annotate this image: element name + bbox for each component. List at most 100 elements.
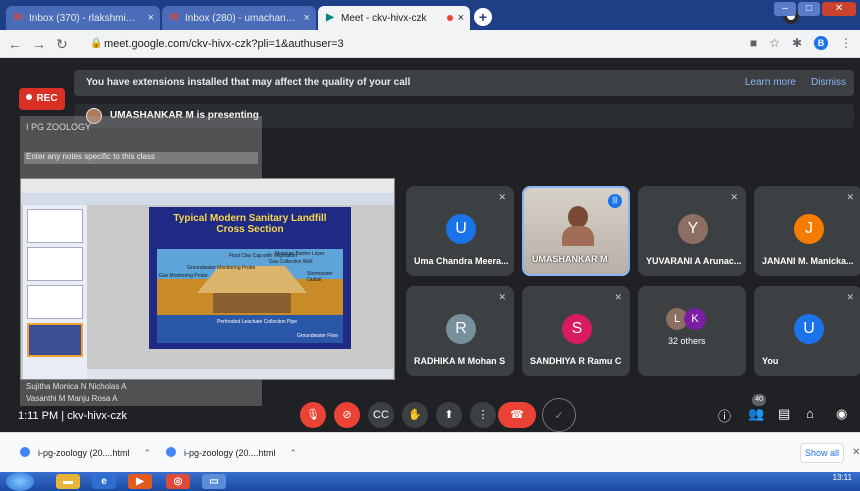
download-filename: i-pg-zoology (20....html [184,448,276,458]
diagram-label: Groundwater Monitoring Probe [187,265,256,271]
chevron-up-icon[interactable]: ⌃ [290,448,298,458]
participant-tile[interactable]: ||| UMASHANKAR M [522,186,630,276]
banner-text: You have extensions installed that may a… [86,77,411,88]
raise-hand-button[interactable]: ✋ [402,402,428,428]
file-explorer-icon[interactable]: ▬ [56,474,80,489]
meeting-time: 1:11 PM [18,410,59,422]
avatar: K [684,308,706,330]
system-tray: 13:11 [833,473,852,482]
meet-icon: ▶ [326,12,334,23]
others-tile[interactable]: LK 32 others [638,286,746,376]
download-filename: i-pg-zoology (20....html [38,448,130,458]
close-icon[interactable]: ✕ [852,447,860,458]
media-player-icon[interactable]: ▶ [128,474,152,489]
close-icon[interactable]: × [148,12,154,24]
diagram-label: Gas Collection Well [269,259,313,265]
more-options-button[interactable]: ⋮ [470,402,496,428]
close-icon[interactable]: × [304,12,310,24]
mic-off-icon: ✕ [498,192,506,202]
downloads-bar: i-pg-zoology (20....html ⌃ i-pg-zoology (… [0,432,860,472]
recording-badge: REC [19,88,65,110]
avatar: U [446,214,476,244]
mic-toggle-button[interactable]: 🎙 [300,402,326,428]
others-avatars: LK [666,308,706,330]
meet-control-bar: 1:11 PM | ckv-hivx-czk 🎙 ⊘ CC ✋ ⬆ ⋮ ☎ ✓ … [0,394,860,432]
extensions-icon[interactable]: ✱ [792,36,802,50]
participant-tile[interactable]: ✕ Y YUVARANI A Arunac... [638,186,746,276]
participant-tile[interactable]: ✕ R RADHIKA M Mohan S [406,286,514,376]
chevron-up-icon[interactable]: ⌃ [144,448,152,458]
url-text: meet.google.com/ckv-hivx-czk?pli=1&authu… [104,38,344,50]
menu-icon[interactable]: ⋮ [840,36,852,50]
meet-area: You have extensions installed that may a… [0,58,860,432]
landfill-diagram: Gas Monitoring Probe Groundwater Monitor… [157,249,343,343]
avatar: S [562,314,592,344]
show-all-button[interactable]: Show all [800,443,844,463]
chrome-icon[interactable]: ◎ [166,474,190,489]
participant-name: RADHIKA M Mohan S [414,356,506,366]
slide-title-line-1: Typical Modern Sanitary Landfill [173,213,327,224]
slide-thumbnail [27,323,83,357]
minimize-button[interactable]: – [774,2,796,16]
participant-name: YUVARANI A Arunac... [646,256,742,266]
dismiss-button[interactable]: Dismiss [811,70,846,96]
forward-arrow-icon[interactable]: → [32,36,46,52]
gmail-icon: M [13,12,23,23]
lock-icon: 🔒 [90,38,103,49]
star-icon[interactable]: ☆ [769,36,780,50]
self-tile[interactable]: ✕ U You [754,286,860,376]
slide-title-line-2: Cross Section [216,224,284,235]
leave-call-button[interactable]: ☎ [498,402,536,428]
activities-icon[interactable]: ⌂ [806,406,814,421]
camera-icon[interactable]: ■ [750,36,757,50]
window-close-button[interactable]: ✕ [822,2,856,16]
app-window-icon[interactable]: ▭ [202,474,226,489]
maximize-button[interactable]: □ [798,2,820,16]
others-count: 32 others [668,336,706,346]
people-icon[interactable]: 👥 [748,406,764,422]
participant-name: JANANI M. Manicka... [762,256,854,266]
shared-screen: Typical Modern Sanitary Landfill Cross S… [20,178,395,380]
reload-icon[interactable]: ↻ [56,36,68,53]
slide-thumbnail [27,285,83,319]
app-titlebar [21,179,394,193]
back-arrow-icon[interactable]: ← [8,36,22,52]
mic-off-icon: ✕ [846,192,854,202]
tab-gmail-2[interactable]: M Inbox (280) - umachandran@au... × [162,6,316,30]
participant-tile[interactable]: ✕ J JANANI M. Manicka... [754,186,860,276]
url-field[interactable]: 🔒 meet.google.com/ckv-hivx-czk?pli=1&aut… [86,35,766,53]
info-icon[interactable]: ⓘ [718,406,731,425]
app-ribbon [21,193,394,205]
tab-title: Meet - ckv-hivx-czk [341,12,427,24]
participant-name: SANDHIYA R Ramu C [530,356,622,366]
new-tab-button[interactable]: + [474,8,492,26]
participant-name: Uma Chandra Meera... [414,256,509,266]
window-controls: – □ ✕ [774,2,856,16]
learn-more-link[interactable]: Learn more [745,70,796,96]
tab-meet[interactable]: ▶ Meet - ckv-hivx-czk × [318,6,470,30]
captions-button[interactable]: CC [368,402,394,428]
present-button[interactable]: ⬆ [436,402,462,428]
participant-name: UMASHANKAR M [532,254,608,264]
chat-icon[interactable]: ▤ [778,406,790,422]
presenter-video-person [562,206,594,246]
close-icon[interactable]: × [458,12,464,24]
windows-taskbar: ▬ e ▶ ◎ ▭ 13:11 [0,472,860,491]
tab-gmail-1[interactable]: M Inbox (370) - rlakshmi@euxilium... × [6,6,160,30]
start-button[interactable] [6,472,34,491]
notes-title: I PG ZOOLOGY [26,122,92,132]
download-item[interactable]: i-pg-zoology (20....html ⌃ [20,447,151,459]
download-item[interactable]: i-pg-zoology (20....html ⌃ [166,447,297,459]
participant-tile[interactable]: ✕ S SANDHIYA R Ramu C [522,286,630,376]
avatar: J [794,214,824,244]
ie-icon[interactable]: e [92,474,116,489]
camera-toggle-button[interactable]: ⊘ [334,402,360,428]
gmail-icon: M [169,12,179,23]
avatar: U [794,314,824,344]
notes-field[interactable]: Enter any notes specific to this class [24,152,258,164]
host-controls-icon[interactable]: ◉ [836,406,847,422]
slide-thumbnail [27,209,83,243]
participant-tile[interactable]: ✕ U Uma Chandra Meera... [406,186,514,276]
speaking-indicator-icon: ||| [608,194,622,208]
extension-b-icon[interactable]: B [814,36,828,50]
